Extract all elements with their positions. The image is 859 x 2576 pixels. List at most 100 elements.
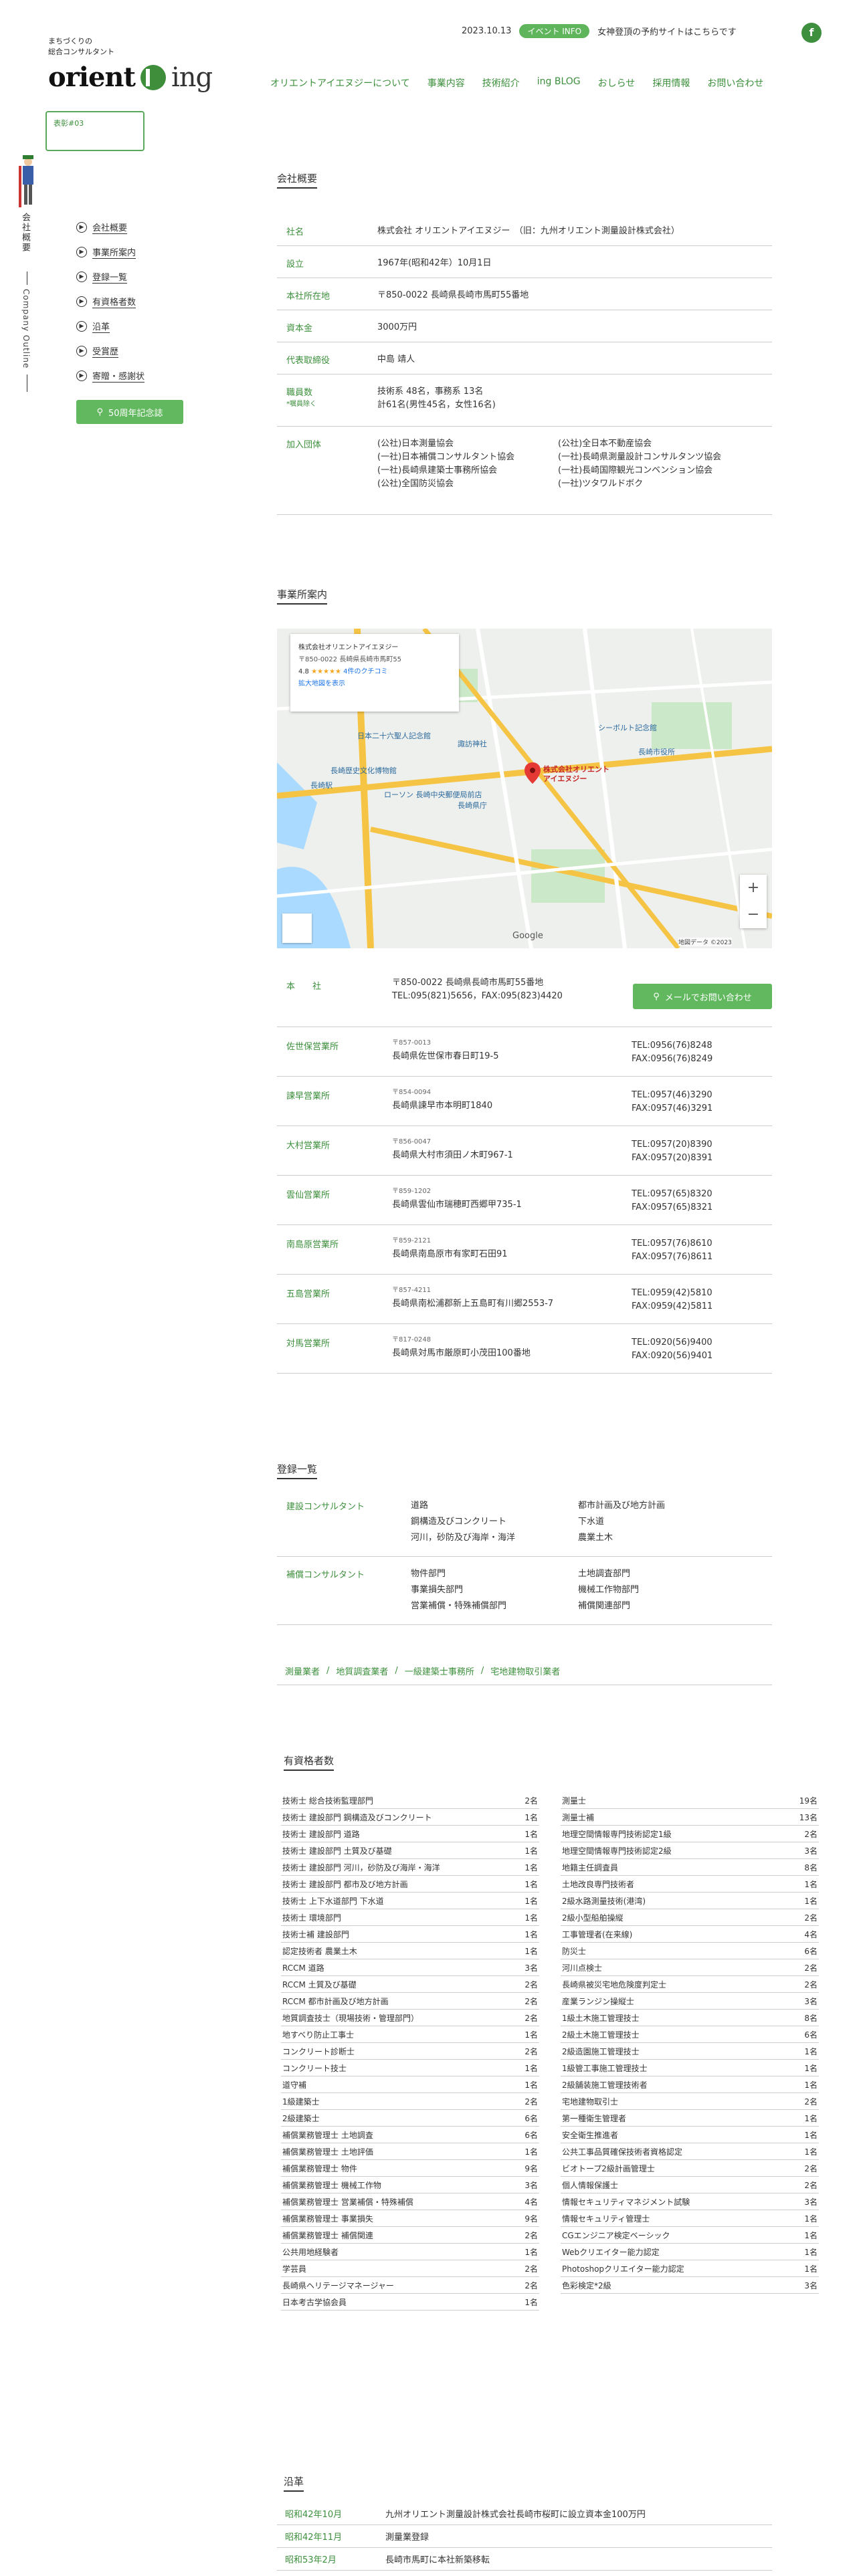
nav-item-5[interactable]: 採用情報 [652, 76, 690, 90]
map-zoom-in-button[interactable]: + [740, 875, 767, 901]
member-item: (一社)長崎県建築士事務所協会 [377, 465, 498, 475]
qualification-name: 2級建築士 [282, 2113, 320, 2123]
qualification-name: 公共用地経験者 [282, 2247, 339, 2257]
sidebar-item-label: 寄贈・感謝状 [92, 369, 145, 383]
sidebar-item-label: 沿革 [92, 320, 110, 333]
qualification-count: 1名 [804, 1896, 818, 1906]
nav-item-4[interactable]: おしらせ [598, 76, 636, 90]
qualification-name: 地籍主任調査員 [562, 1862, 619, 1872]
qualification-name: 補償業務管理士 土地評価 [282, 2147, 373, 2157]
office-name: 諫早営業所 [286, 1091, 330, 1101]
qualification-name: 2級造園施工管理技士 [562, 2046, 640, 2056]
office-contact: TEL:0920(56)9400 FAX:0920(56)9401 [632, 1336, 712, 1363]
qualification-count: 8名 [804, 2013, 818, 2023]
anniversary-book-button[interactable]: ⚲ 50周年記念誌 [76, 400, 183, 424]
registration-item: 機械工作物部門 [578, 1585, 640, 1595]
office-contact: TEL:0957(76)8610 FAX:0957(76)8611 [632, 1237, 712, 1264]
qualification-row: 補償業務管理士 土地評価 1名 [281, 2143, 539, 2160]
nav-item-3[interactable]: ing BLOG [537, 76, 581, 90]
office-zip: 〒859-2121 [392, 1237, 432, 1245]
profile-key-text: 社名 [286, 227, 304, 237]
qualification-row: 技術士補 建設部門 1名 [281, 1926, 539, 1943]
qualification-count: 1名 [804, 2147, 818, 2157]
sidebar-item[interactable]: ▶ 沿革 [76, 320, 145, 333]
sidebar-item[interactable]: ▶ 登録一覧 [76, 270, 145, 284]
qualification-row: 2級土木施工管理技士 6名 [561, 2026, 819, 2043]
office-name: 南島原営業所 [286, 1240, 339, 1250]
office-name: 雲仙営業所 [286, 1190, 330, 1200]
separator: / [395, 1666, 398, 1676]
profile-key-text: 本社所在地 [286, 292, 330, 302]
office-tel: TEL:0957(76)8610 [632, 1239, 712, 1249]
sidebar-item-label: 会社概要 [92, 221, 128, 234]
sidebar-item[interactable]: ▶ 事業所案内 [76, 245, 145, 259]
qualification-count: 6名 [524, 2113, 538, 2123]
history-row: 昭和53年2月 長崎市馬町に本社新築移転 [277, 2548, 772, 2571]
nav-item-6[interactable]: お問い合わせ [707, 76, 763, 90]
office-fax: FAX:0920(56)9401 [632, 1351, 713, 1361]
offices-title: 事業所案内 [277, 587, 328, 605]
registration-list-right: 土地調査部門 機械工作物部門 補償関連部門 [578, 1566, 639, 1614]
map-pin-icon[interactable] [524, 762, 541, 784]
qualification-name: 産業ランジン操縦士 [562, 1996, 635, 2006]
nav-item-0[interactable]: オリエントアイエヌジーについて [270, 76, 410, 90]
registration-key: 建設コンサルタント [286, 1502, 365, 1512]
qualification-row: コンクリート診断士 2名 [281, 2043, 539, 2060]
profile-value-text: 中島 靖人 [377, 354, 415, 364]
office-address: 〒850-0022 長崎県長崎市馬町55番地 TEL:095(821)5656，F… [392, 976, 563, 1003]
nav-item-2[interactable]: 技術紹介 [482, 76, 520, 90]
registration-item: 物件部門 [411, 1569, 446, 1579]
qualification-name: ビオトープ2級計画管理士 [562, 2163, 655, 2173]
map-poi-label: 日本二十六聖人記念館 [357, 732, 431, 740]
member-item: (一社)長崎国際観光コンベンション協会 [558, 465, 713, 475]
map-larger-link[interactable]: 拡大地図を表示 [298, 678, 451, 690]
tagline-line1: まちづくりの [48, 37, 92, 45]
map-poi-label: 諏訪神社 [458, 740, 487, 748]
facebook-icon[interactable]: f [801, 23, 822, 43]
qualification-name: 1級土木施工管理技士 [562, 2013, 640, 2023]
profile-row: 代表取締役 中島 靖人 [277, 342, 772, 374]
tagline-line2: 総合コンサルタント [48, 47, 114, 56]
sidebar-item[interactable]: ▶ 有資格者数 [76, 295, 145, 308]
sidebar-item[interactable]: ▶ 会社概要 [76, 221, 145, 234]
chevron-right-icon: ▶ [76, 346, 87, 356]
history-row: 昭和42年10月 九州オリエント測量設計株式会社長崎市桜町に設立資本金100万円 [277, 2502, 772, 2525]
qualification-count: 6名 [804, 2030, 818, 2040]
qualification-name: 地理空間情報専門技術認定2級 [562, 1846, 672, 1856]
registration-item: 鋼構造及びコンクリート [411, 1517, 507, 1527]
qualification-name: 道守補 [282, 2080, 307, 2090]
map-reviews-link[interactable]: 4件のクチコミ [343, 668, 387, 675]
office-address: 〒859-2121 長崎県南島原市有家町石田91 [392, 1235, 508, 1261]
registration-item: 河川，砂防及び海岸・海洋 [411, 1533, 516, 1543]
qualification-row: 日本考古学協会員 1名 [281, 2294, 539, 2311]
qualification-count: 3名 [804, 2197, 818, 2207]
nav-item-1[interactable]: 事業内容 [427, 76, 465, 90]
qualification-row: 長崎県被災宅地危険度判定士 2名 [561, 1976, 819, 1993]
sidebar-item[interactable]: ▶ 受賞歴 [76, 344, 145, 358]
qualification-name: 第一種衛生管理者 [562, 2113, 627, 2123]
sidebar-item[interactable]: ▶ 寄贈・感謝状 [76, 369, 145, 383]
profile-key: 資本金 [277, 321, 377, 342]
qualification-row: 補償業務管理士 物件 9名 [281, 2160, 539, 2177]
map-layer-toggle[interactable] [282, 914, 312, 943]
topbar-notice-link[interactable]: 女神登頂の予約サイトはこちらです [597, 25, 737, 37]
profile-key: 本社所在地 [277, 289, 377, 310]
qualification-count: 1名 [524, 1946, 538, 1956]
mail-contact-button[interactable]: ⚲ メールでお問い合わせ [633, 984, 772, 1009]
office-zip: 〒857-4211 [392, 1287, 432, 1294]
qualification-name: 情報セキュリティ管理士 [562, 2214, 650, 2224]
site-logo[interactable]: orient ing [48, 62, 213, 93]
qualification-row: 2級小型船舶操縦 2名 [561, 1909, 819, 1926]
qualification-count: 2名 [804, 1829, 818, 1839]
office-map[interactable]: 株式会社オリエントアイエヌジー 〒850-0022 長崎県長崎市馬町55 4.8… [277, 629, 772, 948]
award-bubble[interactable]: 表彰#03 [45, 111, 145, 151]
registration-item: 補償関連部門 [578, 1601, 631, 1611]
event-info-badge[interactable]: イベント INFO [519, 24, 590, 38]
qualification-count: 1名 [524, 1913, 538, 1923]
office-row: 対馬営業所 〒817-0248 長崎県対馬市厳原町小茂田100番地 TEL:0920(… [277, 1324, 772, 1374]
map-zoom-out-button[interactable]: − [740, 901, 767, 928]
qualification-row: ビオトープ2級計画管理士 2名 [561, 2160, 819, 2177]
mail-contact-label: メールでお問い合わせ [664, 992, 752, 1003]
qualification-row: 補償業務管理士 営業補償・特殊補償 4名 [281, 2193, 539, 2210]
office-address-text: 長崎県佐世保市春日町19-5 [392, 1051, 499, 1061]
